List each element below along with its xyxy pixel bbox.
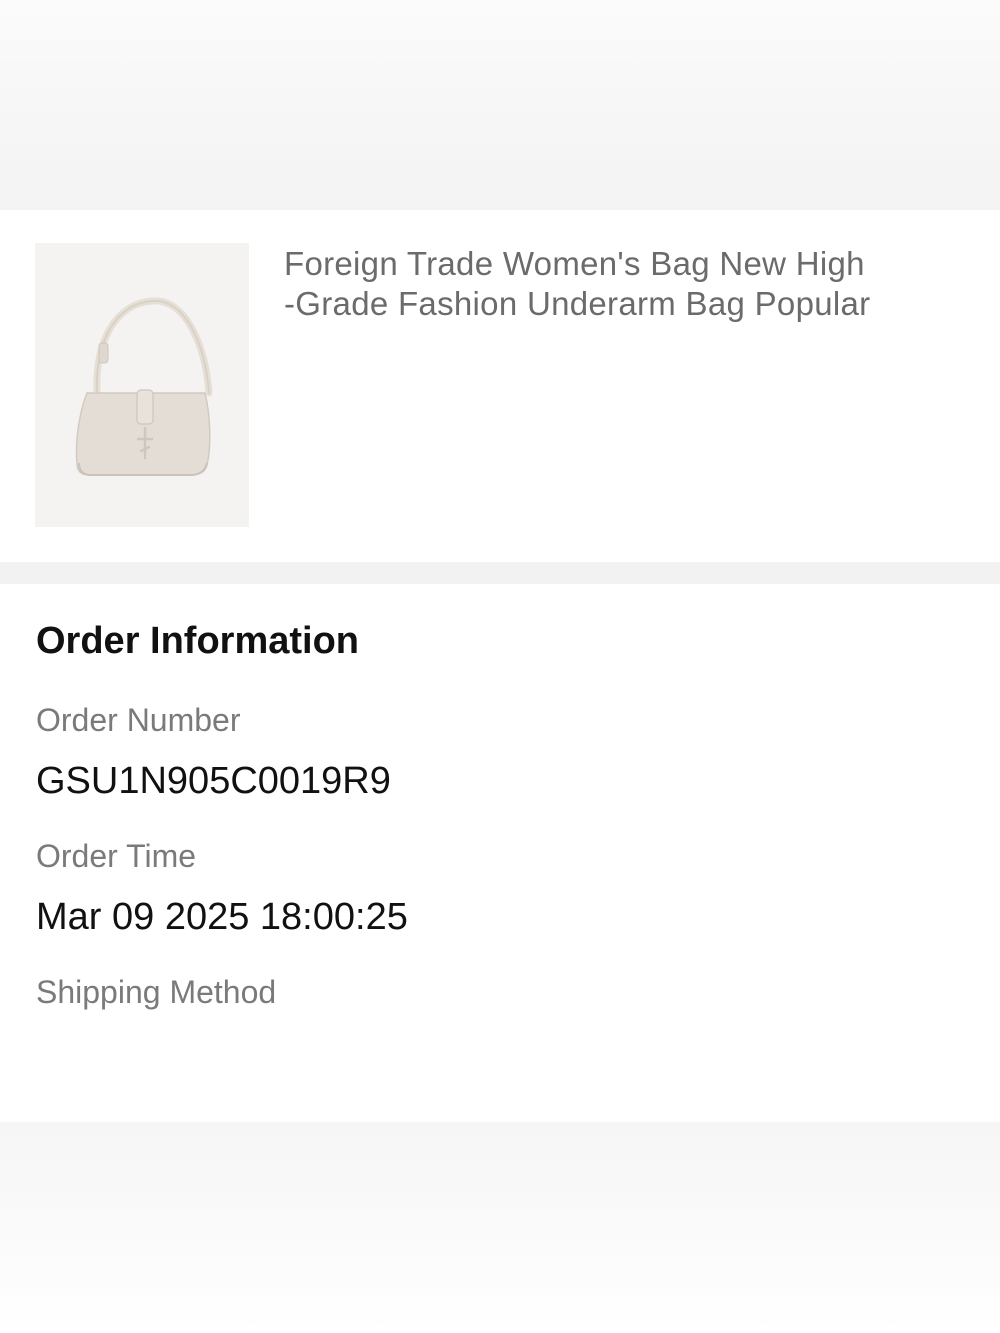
product-title[interactable]: Foreign Trade Women's Bag New High -Grad… <box>284 244 944 324</box>
order-time-value: Mar 09 2025 18:00:25 <box>36 896 408 938</box>
order-information-section: Order Information Order Number GSU1N905C… <box>0 584 1000 1122</box>
handbag-icon <box>75 297 213 476</box>
shipping-method-label: Shipping Method <box>36 974 277 1010</box>
order-number-value[interactable]: GSU1N905C0019R9 <box>36 760 391 803</box>
order-information-heading: Order Information <box>36 620 360 662</box>
order-number-label: Order Number <box>36 702 241 738</box>
product-card[interactable]: Foreign Trade Women's Bag New High -Grad… <box>0 210 1000 562</box>
section-divider <box>0 562 1000 584</box>
blurred-footer-area <box>0 1122 1000 1333</box>
product-image[interactable] <box>35 243 249 527</box>
blurred-header-area <box>0 0 1000 210</box>
order-time-label: Order Time <box>36 838 197 874</box>
